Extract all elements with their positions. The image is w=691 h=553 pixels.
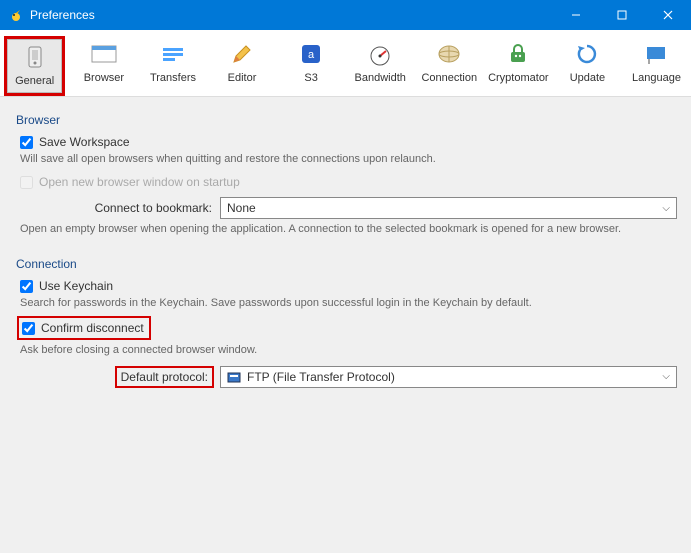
tab-connection[interactable]: Connection — [419, 36, 480, 96]
tab-update[interactable]: Update — [557, 36, 618, 96]
cryptomator-icon — [502, 40, 534, 68]
confirm-disconnect-input[interactable] — [22, 322, 35, 335]
tab-language[interactable]: Language — [626, 36, 687, 96]
update-icon — [571, 40, 603, 68]
tab-label: Connection — [421, 72, 477, 84]
open-new-browser-checkbox: Open new browser window on startup — [20, 175, 677, 189]
open-new-browser-input — [20, 176, 33, 189]
general-icon — [19, 43, 51, 71]
window-title: Preferences — [30, 8, 553, 22]
titlebar: Preferences — [0, 0, 691, 30]
tab-label: Update — [570, 72, 605, 84]
use-keychain-checkbox[interactable]: Use Keychain — [20, 279, 677, 293]
app-icon — [8, 7, 24, 23]
tab-label: Browser — [84, 72, 124, 84]
connect-bookmark-value: None — [227, 201, 256, 215]
use-keychain-label: Use Keychain — [39, 279, 113, 293]
toolbar: General Browser Transfers Editor a S3 Ba… — [0, 30, 691, 97]
maximize-button[interactable] — [599, 0, 645, 30]
confirm-disconnect-label: Confirm disconnect — [41, 321, 144, 335]
tab-general[interactable]: General — [4, 36, 65, 96]
save-workspace-input[interactable] — [20, 136, 33, 149]
tab-label: Transfers — [150, 72, 196, 84]
connect-bookmark-label: Connect to bookmark: — [20, 201, 220, 215]
group-browser: Browser Save Workspace Will save all ope… — [14, 107, 677, 235]
use-keychain-input[interactable] — [20, 280, 33, 293]
default-protocol-value: FTP (File Transfer Protocol) — [247, 370, 395, 384]
minimize-button[interactable] — [553, 0, 599, 30]
language-icon — [641, 40, 673, 68]
save-workspace-label: Save Workspace — [39, 135, 130, 149]
tab-transfers[interactable]: Transfers — [142, 36, 203, 96]
tab-cryptomator[interactable]: Cryptomator — [488, 36, 549, 96]
tab-label: Language — [632, 72, 681, 84]
tab-label: General — [15, 75, 54, 87]
confirm-disconnect-checkbox[interactable]: Confirm disconnect — [20, 319, 148, 337]
tab-browser[interactable]: Browser — [73, 36, 134, 96]
connection-icon — [433, 40, 465, 68]
use-keychain-desc: Search for passwords in the Keychain. Sa… — [20, 297, 677, 309]
open-new-browser-label: Open new browser window on startup — [39, 175, 240, 189]
ftp-icon — [227, 370, 241, 384]
save-workspace-desc: Will save all open browsers when quittin… — [20, 153, 677, 165]
tab-label: Bandwidth — [355, 72, 406, 84]
connect-bookmark-desc: Open an empty browser when opening the a… — [20, 223, 677, 235]
save-workspace-checkbox[interactable]: Save Workspace — [20, 135, 677, 149]
tab-label: S3 — [304, 72, 317, 84]
tab-label: Editor — [228, 72, 257, 84]
default-protocol-label: Default protocol: — [117, 368, 212, 386]
connect-bookmark-select[interactable]: None ⌵ — [220, 197, 677, 219]
s3-icon: a — [295, 40, 327, 68]
chevron-down-icon: ⌵ — [662, 371, 670, 382]
tab-bandwidth[interactable]: Bandwidth — [350, 36, 411, 96]
browser-icon — [88, 40, 120, 68]
group-connection: Connection Use Keychain Search for passw… — [14, 251, 677, 388]
confirm-disconnect-desc: Ask before closing a connected browser w… — [20, 344, 677, 356]
group-title-connection: Connection — [14, 251, 677, 279]
close-button[interactable] — [645, 0, 691, 30]
default-protocol-select[interactable]: FTP (File Transfer Protocol) ⌵ — [220, 366, 677, 388]
tab-label: Cryptomator — [488, 72, 549, 84]
group-title-browser: Browser — [14, 107, 677, 135]
tab-editor[interactable]: Editor — [212, 36, 273, 96]
editor-icon — [226, 40, 258, 68]
transfers-icon — [157, 40, 189, 68]
content: Browser Save Workspace Will save all ope… — [0, 97, 691, 414]
svg-text:a: a — [308, 49, 315, 61]
tab-s3[interactable]: a S3 — [281, 36, 342, 96]
bandwidth-icon — [364, 40, 396, 68]
chevron-down-icon: ⌵ — [662, 203, 670, 214]
